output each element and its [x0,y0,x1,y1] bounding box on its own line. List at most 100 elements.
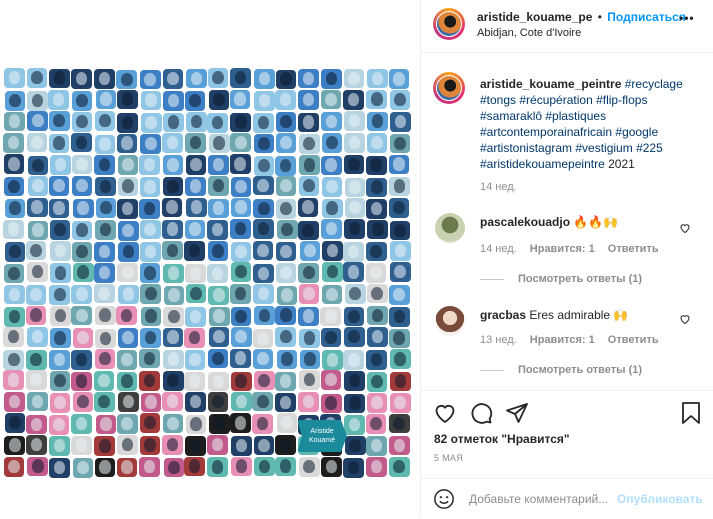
post-image[interactable]: Aristide Kouamé [0,0,421,518]
post-location[interactable]: Abidjan, Cote d'Ivoire [477,27,581,39]
mosaic-tile [388,413,410,434]
caption-username[interactable]: aristide_kouame_peintre [480,77,621,91]
mosaic-face [347,460,360,475]
mosaic-face [167,330,179,344]
mosaic-face [370,244,382,258]
caption-time[interactable]: 14 нед. [480,181,517,193]
mosaic-tile [50,263,71,284]
view-replies-button[interactable]: Посмотреть ответы (1) [480,364,642,376]
view-replies-button[interactable]: Посмотреть ответы (1) [480,273,642,285]
share-send-icon[interactable] [505,401,529,425]
comment-reply-button[interactable]: Ответить [608,334,659,346]
mosaic-tile [184,219,206,240]
mosaic-tile [72,458,94,478]
post-date[interactable]: 5 МАЯ [434,453,463,463]
mosaic-tile [71,176,93,196]
comment-meta: 13 нед. Нравится: 1 Ответить [480,334,659,346]
mosaic-tile [276,349,298,370]
follow-button[interactable]: Подписаться [607,10,685,24]
mosaic-face [145,395,157,409]
mosaic-face [52,92,65,107]
mosaic-face [325,221,338,236]
artist-signature-tag: Aristide Kouamé [297,420,347,452]
mosaic-face [8,287,21,301]
mosaic-tile [117,112,138,133]
comment-avatar[interactable] [435,213,465,243]
mosaic-tile [275,90,296,110]
mosaic-face [31,265,44,279]
comment-likes[interactable]: Нравится: 1 [530,243,595,255]
mosaic-tile [3,263,25,284]
mosaic-face [394,374,407,388]
mosaic-tile [25,285,47,305]
mosaic-face [31,70,43,85]
comment-username[interactable]: gracbas [480,308,526,322]
mosaic-face [188,243,201,258]
mosaic-tile [185,414,207,435]
comment-like-heart-icon[interactable] [679,313,691,325]
mosaic-face [349,180,361,194]
mosaic-tile [343,262,364,283]
mosaic-face [303,287,315,301]
mosaic-tile [93,283,115,304]
mosaic-tile [116,350,138,370]
mosaic-face [8,394,21,409]
mosaic-face [394,265,406,279]
mosaic-tile [343,306,365,327]
comment-avatar[interactable] [435,306,465,336]
mosaic-face [324,309,337,323]
mosaic-tile [275,326,297,347]
mosaic-tile [299,349,321,370]
mosaic-tile [140,134,162,155]
mosaic-face [31,200,44,214]
mosaic-face [393,287,405,302]
author-avatar[interactable] [433,8,465,40]
mosaic-face [212,179,225,193]
caption-hashtags[interactable]: #recyclage #tongs #récupération #flip-fl… [480,77,683,171]
mosaic-face [212,374,225,388]
caption-author-avatar[interactable] [433,72,465,104]
mosaic-tile [49,458,70,478]
comment-time[interactable]: 14 нед. [480,243,517,255]
comment-bubble-icon[interactable] [469,401,493,425]
mosaic-tile [185,392,207,412]
mosaic-face [393,179,406,193]
mosaic-tile [71,154,93,175]
mosaic-tile [139,155,160,175]
mosaic-face [394,136,406,150]
like-heart-icon[interactable] [433,401,457,425]
mosaic-face [394,115,407,129]
save-bookmark-icon[interactable] [680,401,702,425]
mosaic-face [53,201,65,215]
comment-likes[interactable]: Нравится: 1 [530,334,595,346]
mosaic-face [98,244,111,259]
more-options-icon[interactable]: ••• [679,11,695,25]
mosaic-face [234,157,246,171]
comment-like-heart-icon[interactable] [679,222,691,234]
mosaic-face [9,94,21,108]
comment-reply-button[interactable]: Ответить [608,243,659,255]
comment-input[interactable]: Добавьте комментарий... [469,492,608,506]
comment-time[interactable]: 13 нед. [480,334,517,346]
mosaic-face [144,330,157,345]
mosaic-face [167,158,179,172]
comment-username[interactable]: pascalekouadjo [480,215,570,229]
mosaic-face [279,329,292,343]
author-username[interactable]: aristide_kouame_pe [477,10,592,24]
mosaic-tile [186,112,207,132]
mosaic-face [120,72,133,86]
emoji-smiley-icon[interactable] [433,488,455,510]
mosaic-tile [389,90,411,110]
likes-count[interactable]: 82 отметок "Нравится" [434,432,570,446]
mosaic-tile [185,176,206,197]
mosaic-face [212,351,224,365]
post-side-panel: aristide_kouame_pe • Подписаться Abidjan… [421,0,713,518]
mosaic-tile [116,305,138,326]
mosaic-face [370,460,383,474]
mosaic-face [211,115,224,130]
mosaic-tile [118,392,139,412]
mosaic-tile [320,393,342,414]
mosaic-face [7,329,20,344]
mosaic-face [257,243,269,257]
publish-button[interactable]: Опубликовать [617,492,703,506]
